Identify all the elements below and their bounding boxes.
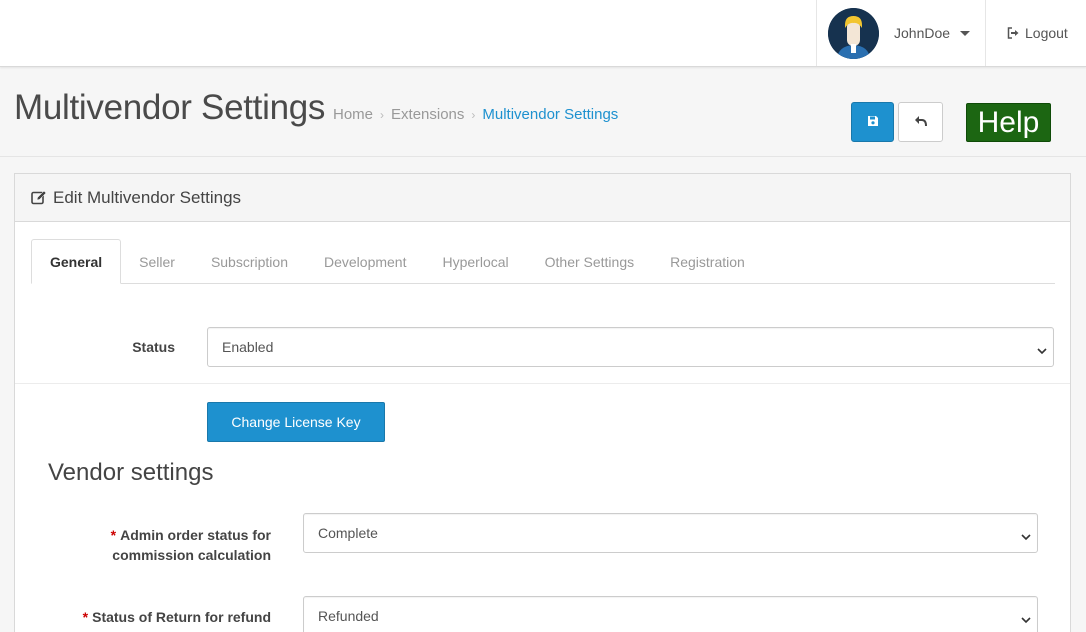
admin-order-label-line2: commission calculation bbox=[112, 547, 271, 563]
logout-label: Logout bbox=[1025, 25, 1068, 41]
breadcrumb-current[interactable]: Multivendor Settings bbox=[482, 106, 618, 123]
tab-development[interactable]: Development bbox=[306, 239, 425, 284]
return-status-select[interactable]: Refunded bbox=[303, 596, 1038, 632]
tab-other-settings[interactable]: Other Settings bbox=[527, 239, 653, 284]
save-icon bbox=[867, 114, 879, 130]
username: JohnDoe bbox=[894, 25, 951, 41]
panel-heading: Edit Multivendor Settings bbox=[15, 174, 1070, 222]
admin-order-status-value: Complete bbox=[318, 525, 378, 541]
chevron-down-icon bbox=[1021, 528, 1031, 544]
avatar bbox=[828, 7, 879, 59]
breadcrumb-separator: › bbox=[380, 107, 385, 122]
reply-icon bbox=[914, 114, 928, 130]
chevron-down-icon bbox=[1021, 611, 1031, 627]
return-status-label-text: Status of Return for refund bbox=[92, 609, 271, 625]
caret-down-icon bbox=[960, 30, 971, 36]
tab-general[interactable]: General bbox=[31, 239, 122, 284]
divider bbox=[0, 156, 1086, 157]
tab-seller[interactable]: Seller bbox=[121, 239, 193, 284]
save-button[interactable] bbox=[851, 102, 894, 142]
logout-link[interactable]: Logout bbox=[1007, 0, 1068, 66]
admin-order-status-select[interactable]: Complete bbox=[303, 513, 1038, 553]
settings-tabs: General Seller Subscription Development … bbox=[31, 239, 1055, 284]
help-button[interactable]: Help bbox=[966, 103, 1051, 142]
return-status-value: Refunded bbox=[318, 608, 379, 624]
required-marker: * bbox=[82, 609, 89, 625]
user-menu[interactable]: JohnDoe bbox=[816, 0, 986, 66]
breadcrumb-separator: › bbox=[471, 107, 476, 122]
tab-subscription[interactable]: Subscription bbox=[193, 239, 306, 284]
status-row: Status Enabled bbox=[15, 284, 1070, 384]
change-license-key-button[interactable]: Change License Key bbox=[207, 402, 385, 442]
status-select[interactable]: Enabled bbox=[207, 327, 1054, 367]
sign-out-icon bbox=[1007, 27, 1020, 39]
breadcrumb: Home › Extensions › Multivendor Settings bbox=[333, 106, 618, 123]
back-button[interactable] bbox=[898, 102, 943, 142]
required-marker: * bbox=[110, 527, 117, 543]
tab-registration[interactable]: Registration bbox=[652, 239, 763, 284]
return-status-label: * Status of Return for refund bbox=[35, 609, 271, 625]
status-label: Status bbox=[132, 339, 175, 355]
settings-panel: Edit Multivendor Settings General Seller… bbox=[14, 173, 1071, 632]
breadcrumb-extensions[interactable]: Extensions bbox=[391, 106, 464, 123]
admin-order-status-label: * Admin order status for commission calcu… bbox=[55, 525, 271, 565]
chevron-down-icon bbox=[1037, 342, 1047, 358]
status-select-value: Enabled bbox=[222, 339, 274, 355]
page-title: Multivendor Settings bbox=[14, 88, 326, 127]
tab-hyperlocal[interactable]: Hyperlocal bbox=[424, 239, 526, 284]
top-navbar: JohnDoe Logout bbox=[0, 0, 1086, 67]
admin-order-label-line1: Admin order status for bbox=[120, 527, 271, 543]
section-title: Vendor settings bbox=[48, 459, 214, 486]
breadcrumb-home[interactable]: Home bbox=[333, 106, 373, 123]
edit-icon bbox=[31, 190, 47, 205]
panel-title: Edit Multivendor Settings bbox=[53, 187, 242, 207]
